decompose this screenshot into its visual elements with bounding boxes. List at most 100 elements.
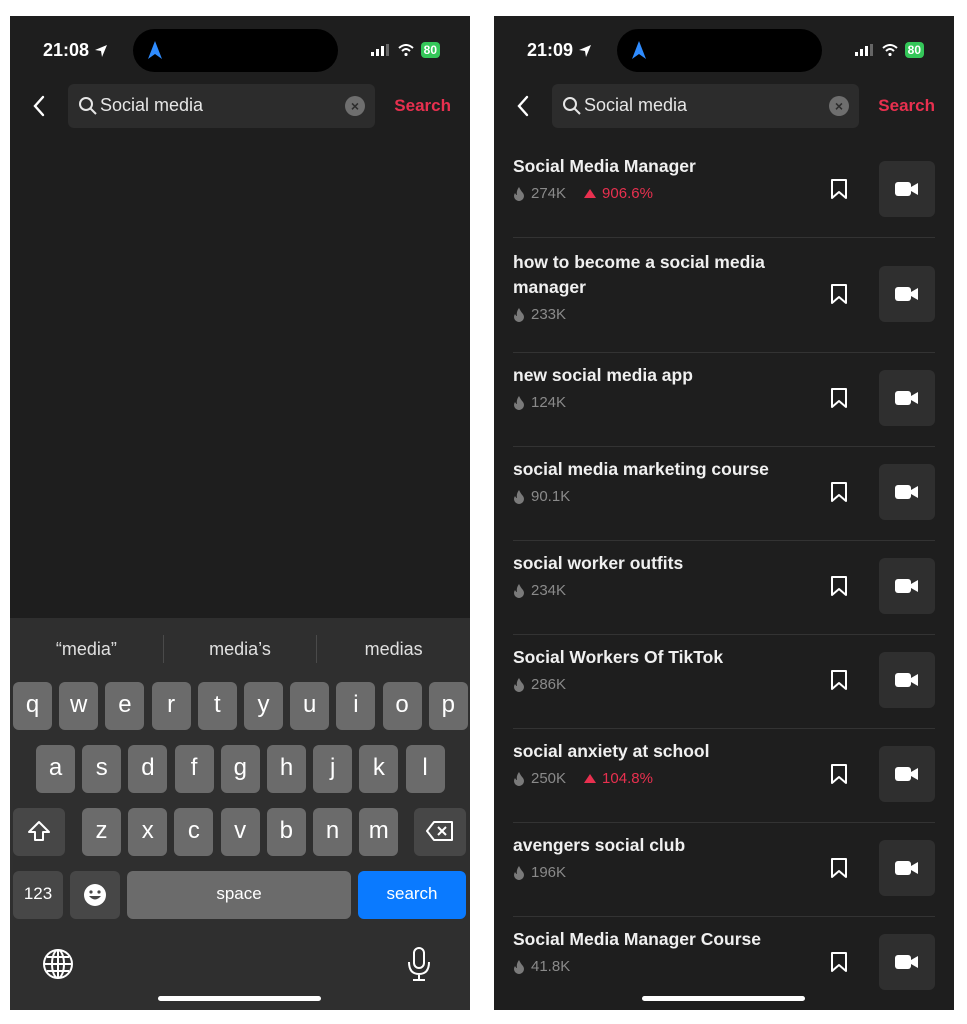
back-chevron-icon[interactable] bbox=[512, 94, 536, 118]
suggestion-title: new social media app bbox=[513, 365, 693, 385]
microphone-icon[interactable] bbox=[407, 946, 431, 982]
suggestion-title: social anxiety at school bbox=[513, 741, 710, 761]
suggestion-title: how to become a social media manager bbox=[513, 252, 765, 297]
list-item[interactable]: social worker outfits 234K bbox=[513, 541, 935, 635]
search-header: Social media × Search bbox=[10, 84, 470, 128]
trend-indicator: 104.8% bbox=[584, 770, 653, 787]
key-q[interactable]: q bbox=[13, 682, 52, 730]
search-query-text: Social media bbox=[100, 95, 204, 115]
key-f[interactable]: f bbox=[174, 745, 214, 793]
suggestion-title: avengers social club bbox=[513, 835, 686, 855]
bookmark-icon[interactable] bbox=[830, 669, 848, 696]
flame-icon bbox=[514, 677, 524, 692]
bookmark-icon[interactable] bbox=[830, 575, 848, 602]
emoji-key[interactable] bbox=[70, 871, 120, 919]
key-m[interactable]: m bbox=[359, 808, 399, 856]
key-v[interactable]: v bbox=[220, 808, 260, 856]
key-w[interactable]: w bbox=[59, 682, 99, 730]
key-k[interactable]: k bbox=[359, 745, 399, 793]
key-i[interactable]: i bbox=[336, 682, 376, 730]
list-item[interactable]: social anxiety at school 250K 104.8% bbox=[513, 729, 935, 823]
suggestion-stats: 234K bbox=[513, 582, 775, 599]
navigation-arrow-icon bbox=[632, 41, 646, 59]
list-item[interactable]: new social media app 124K bbox=[513, 353, 935, 447]
home-indicator bbox=[158, 996, 321, 1001]
clear-search-icon[interactable]: × bbox=[829, 96, 849, 116]
bookmark-icon[interactable] bbox=[830, 387, 848, 414]
record-video-button[interactable] bbox=[879, 370, 935, 426]
suggestion-stats: 233K bbox=[513, 306, 775, 323]
list-item[interactable]: how to become a social media manager 233K bbox=[513, 238, 935, 353]
key-e[interactable]: e bbox=[105, 682, 145, 730]
list-item[interactable]: Social Workers Of TikTok 286K bbox=[513, 635, 935, 729]
record-video-button[interactable] bbox=[879, 161, 935, 217]
key-o[interactable]: o bbox=[382, 682, 422, 730]
key-y[interactable]: y bbox=[244, 682, 283, 730]
backspace-key[interactable] bbox=[414, 808, 466, 856]
wifi-icon bbox=[397, 44, 414, 56]
key-r[interactable]: r bbox=[151, 682, 191, 730]
search-input[interactable]: Social media × bbox=[552, 84, 859, 128]
trending-up-icon bbox=[584, 189, 597, 198]
trend-percent: 104.8% bbox=[602, 770, 653, 787]
key-x[interactable]: x bbox=[128, 808, 168, 856]
list-item[interactable]: Social Media Manager 274K 906.6% bbox=[513, 144, 935, 238]
bookmark-icon[interactable] bbox=[830, 178, 848, 205]
suggestion-stats: 196K bbox=[513, 864, 775, 881]
flame-icon bbox=[514, 186, 524, 201]
record-video-button[interactable] bbox=[879, 558, 935, 614]
suggestion-title: Social Media Manager Course bbox=[513, 929, 761, 949]
key-t[interactable]: t bbox=[197, 682, 237, 730]
key-c[interactable]: c bbox=[174, 808, 214, 856]
search-key[interactable]: search bbox=[358, 871, 466, 919]
view-count: 41.8K bbox=[531, 958, 571, 975]
suggestion-stats: 124K bbox=[513, 394, 775, 411]
search-submit-link[interactable]: Search bbox=[394, 96, 451, 116]
key-j[interactable]: j bbox=[313, 745, 353, 793]
key-h[interactable]: h bbox=[267, 745, 306, 793]
back-chevron-icon[interactable] bbox=[28, 94, 52, 118]
search-submit-link[interactable]: Search bbox=[878, 96, 935, 116]
search-input[interactable]: Social media × bbox=[68, 84, 375, 128]
video-camera-icon bbox=[895, 673, 918, 687]
dynamic-island bbox=[133, 29, 338, 72]
key-u[interactable]: u bbox=[290, 682, 330, 730]
key-g[interactable]: g bbox=[220, 745, 260, 793]
bookmark-icon[interactable] bbox=[830, 857, 848, 884]
suggestion-item[interactable]: media’s bbox=[164, 639, 317, 660]
suggestion-item[interactable]: “media” bbox=[10, 639, 163, 660]
key-d[interactable]: d bbox=[128, 745, 168, 793]
record-video-button[interactable] bbox=[879, 840, 935, 896]
backspace-icon bbox=[426, 821, 453, 841]
bookmark-icon[interactable] bbox=[830, 283, 848, 310]
key-s[interactable]: s bbox=[82, 745, 122, 793]
numbers-key[interactable]: 123 bbox=[13, 871, 63, 919]
navigation-arrow-icon bbox=[148, 41, 162, 59]
record-video-button[interactable] bbox=[879, 652, 935, 708]
key-l[interactable]: l bbox=[405, 745, 445, 793]
bookmark-icon[interactable] bbox=[830, 481, 848, 508]
bookmark-icon[interactable] bbox=[830, 951, 848, 978]
record-video-button[interactable] bbox=[879, 265, 935, 322]
list-item[interactable]: avengers social club 196K bbox=[513, 823, 935, 917]
suggestion-item[interactable]: medias bbox=[317, 639, 470, 660]
key-a[interactable]: a bbox=[36, 745, 75, 793]
clear-search-icon[interactable]: × bbox=[345, 96, 365, 116]
bookmark-icon[interactable] bbox=[830, 763, 848, 790]
shift-key[interactable] bbox=[13, 808, 65, 856]
list-item[interactable]: social media marketing course 90.1K bbox=[513, 447, 935, 541]
record-video-button[interactable] bbox=[879, 746, 935, 802]
key-p[interactable]: p bbox=[428, 682, 468, 730]
key-b[interactable]: b bbox=[266, 808, 306, 856]
flame-icon bbox=[514, 959, 524, 974]
flame-icon bbox=[514, 583, 524, 598]
record-video-button[interactable] bbox=[879, 464, 935, 520]
space-key[interactable]: space bbox=[127, 871, 351, 919]
view-count: 250K bbox=[531, 770, 567, 787]
record-video-button[interactable] bbox=[879, 934, 935, 990]
view-count: 286K bbox=[531, 676, 567, 693]
key-n[interactable]: n bbox=[313, 808, 352, 856]
location-arrow-icon bbox=[95, 44, 108, 57]
key-z[interactable]: z bbox=[82, 808, 121, 856]
globe-icon[interactable] bbox=[42, 948, 74, 980]
